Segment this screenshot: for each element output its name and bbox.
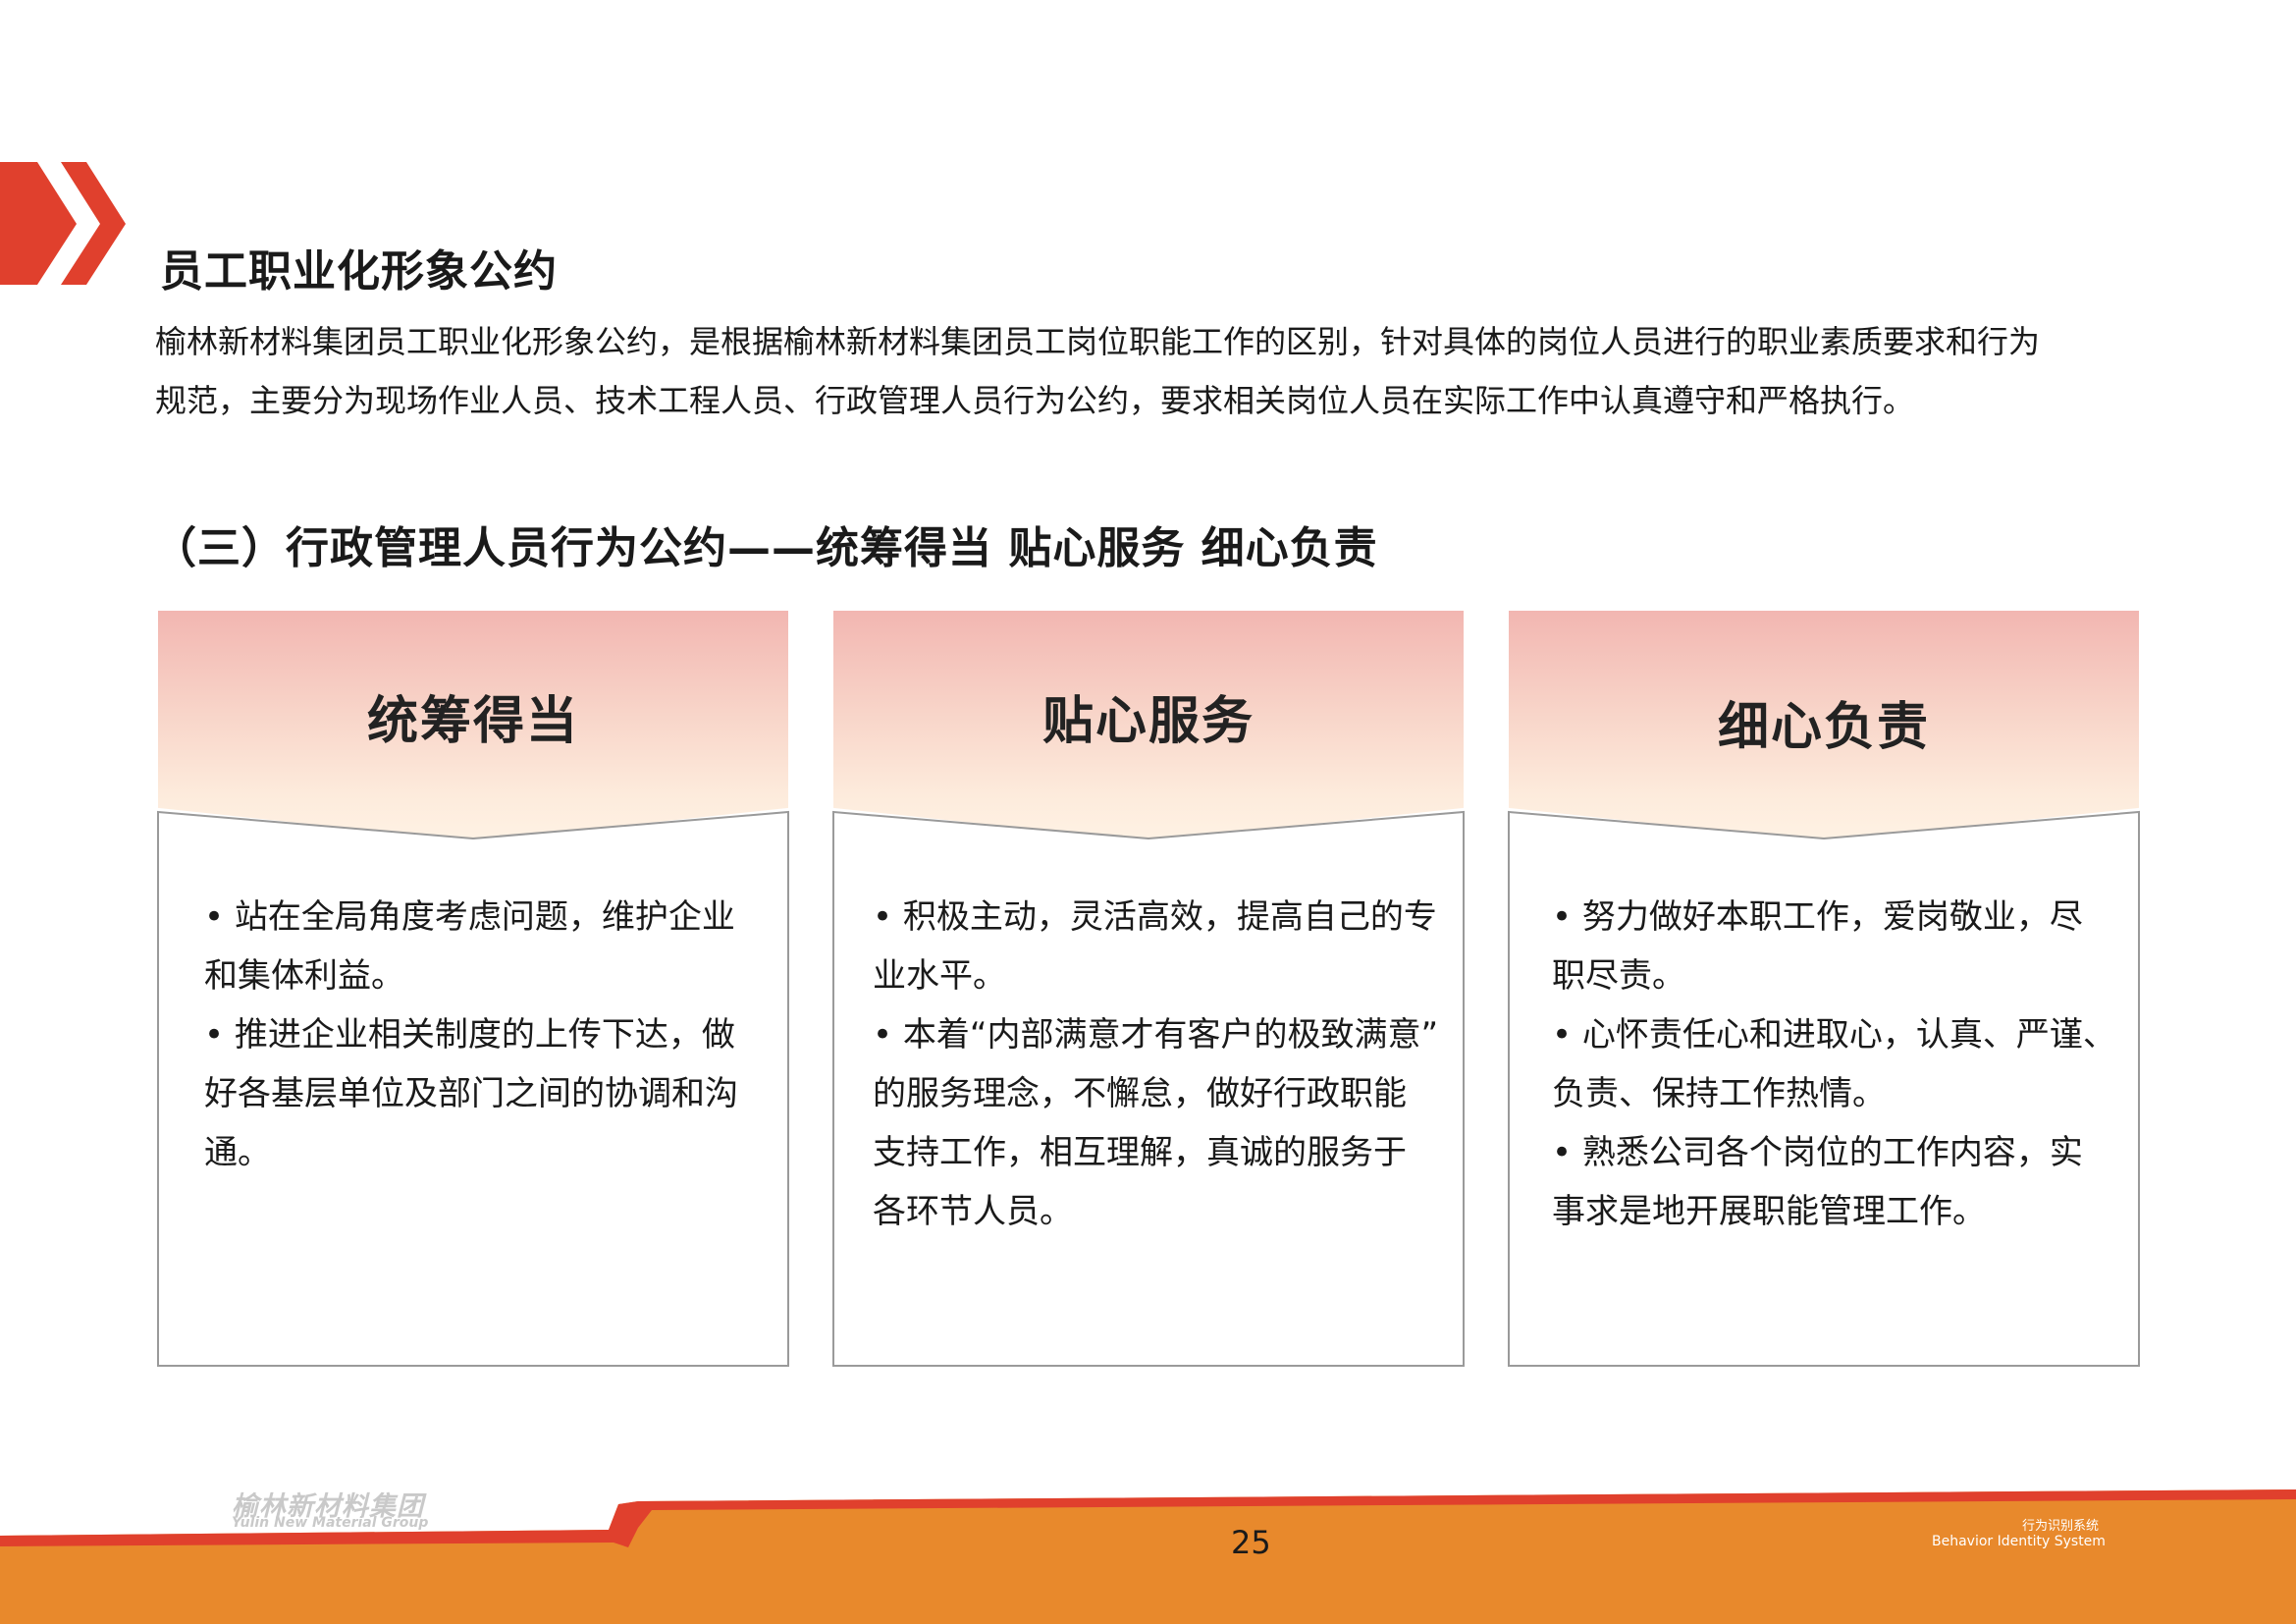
card-line: 负责、保持工作热情。 (1552, 1074, 1886, 1113)
card-line: 的服务理念，不懈怠，做好行政职能 (873, 1074, 1407, 1113)
intro-line: 榆林新材料集团员工职业化形象公约，是根据榆林新材料集团员工岗位职能工作的区别，针… (155, 323, 2041, 360)
card-line: 各环节人员。 (873, 1192, 1073, 1231)
footer-logo-english: Yulin New Material Group (232, 1515, 429, 1531)
card-line: • 心怀责任心和进取心，认真、严谨、 (1552, 1015, 2116, 1055)
card-line: • 推进企业相关制度的上传下达，做 (204, 1015, 735, 1055)
card-line: 通。 (204, 1133, 271, 1172)
card-line: • 积极主动，灵活高效，提高自己的专 (873, 897, 1437, 937)
card-title: 细心负责 (1717, 698, 1930, 757)
card-line: • 站在全局角度考虑问题，维护企业 (204, 897, 735, 937)
card-title: 统筹得当 (366, 692, 579, 751)
card-line: • 本着“内部满意才有客户的极致满意” (873, 1015, 1439, 1055)
card-title: 贴心服务 (1041, 692, 1255, 751)
card-body-text: • 积极主动，灵活高效，提高自己的专 业水平。 • 本着“内部满意才有客户的极致… (873, 888, 1438, 1241)
card-line: 好各基层单位及部门之间的协调和沟 (204, 1074, 738, 1113)
card-body-text: • 站在全局角度考虑问题，维护企业 和集体利益。 • 推进企业相关制度的上传下达… (204, 888, 738, 1182)
card-line: 和集体利益。 (204, 956, 404, 996)
intro-paragraph: 榆林新材料集团员工职业化形象公约，是根据榆林新材料集团员工岗位职能工作的区别，针… (155, 312, 2138, 430)
card-line: • 努力做好本职工作，爱岗敬业，尽 (1552, 897, 2083, 937)
page-number: 25 (1231, 1524, 1271, 1561)
footer-system-english: Behavior Identity System (1932, 1534, 2106, 1549)
section-title: 员工职业化形象公约 (160, 246, 558, 297)
chevron-arrow-icon (0, 162, 126, 285)
card-line: 业水平。 (873, 956, 1006, 996)
card-line: • 熟悉公司各个岗位的工作内容，实 (1552, 1133, 2083, 1172)
footer-system-chinese: 行为识别系统 (2022, 1519, 2100, 1534)
intro-line: 规范，主要分为现场作业人员、技术工程人员、行政管理人员行为公约，要求相关岗位人员… (155, 382, 1915, 419)
card-line: 事求是地开展职能管理工作。 (1552, 1192, 1986, 1231)
subsection-title: （三）行政管理人员行为公约——统筹得当 贴心服务 细心负责 (153, 523, 1378, 573)
card-line: 支持工作，相互理解，真诚的服务于 (873, 1133, 1407, 1172)
card-body-text: • 努力做好本职工作，爱岗敬业，尽 职尽责。 • 心怀责任心和进取心，认真、严谨… (1552, 888, 2116, 1241)
card-line: 职尽责。 (1552, 956, 1685, 996)
